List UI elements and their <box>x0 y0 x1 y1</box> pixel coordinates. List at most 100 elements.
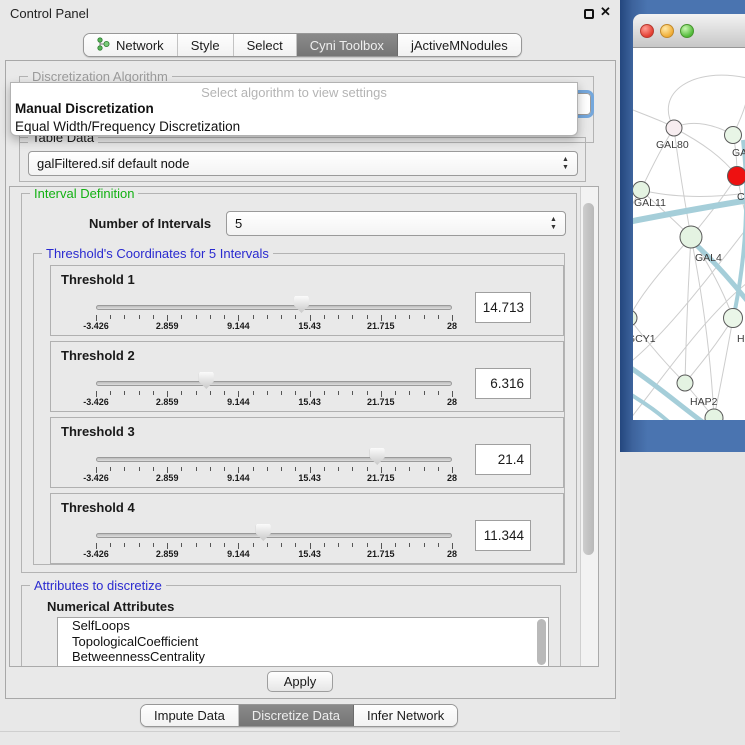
tick-mark <box>196 315 197 319</box>
tick-label: 2.859 <box>156 473 179 483</box>
GAL11-node[interactable] <box>633 182 650 199</box>
attribute-list-item[interactable]: SelfLoops <box>58 618 548 634</box>
tick-label: 28 <box>447 397 457 407</box>
slider-track[interactable] <box>96 381 452 386</box>
threshold-value-input[interactable]: 21.4 <box>475 444 531 475</box>
tab-discretize-data[interactable]: Discretize Data <box>239 705 354 726</box>
threshold-label: Threshold 1 <box>61 272 135 287</box>
tab-label: Network <box>116 38 164 53</box>
apply-button[interactable]: Apply <box>267 671 333 692</box>
threshold-label: Threshold 2 <box>61 348 135 363</box>
tab-label: Style <box>191 38 220 53</box>
tab-cyni-toolbox[interactable]: Cyni Toolbox <box>297 34 398 56</box>
network-edge-highlighted[interactable] <box>633 393 671 420</box>
threshold-value-input[interactable]: 14.713 <box>475 292 531 323</box>
tick-mark <box>196 543 197 547</box>
threshold-value-input[interactable]: 6.316 <box>475 368 531 399</box>
algorithm-option[interactable]: Equal Width/Frequency Discretization <box>11 118 577 136</box>
node-label: GAL80 <box>656 139 689 151</box>
node-label: GAL4 <box>695 252 722 264</box>
node-label: H <box>737 333 745 345</box>
tick-mark <box>295 467 296 471</box>
tick-label: 15.43 <box>298 549 321 559</box>
slider-thumb[interactable] <box>199 372 214 389</box>
tick-mark <box>338 315 339 319</box>
node-label: C <box>737 191 745 203</box>
tick-mark <box>424 391 425 395</box>
slider-track[interactable] <box>96 457 452 462</box>
slider-track[interactable] <box>96 533 452 538</box>
window-zoom-icon[interactable] <box>680 24 694 38</box>
attribute-list-item[interactable]: BetweennessCentrality <box>58 649 548 665</box>
number-of-intervals-label: Number of Intervals <box>89 216 211 231</box>
tick-label: 9.144 <box>227 473 250 483</box>
network-edge[interactable] <box>641 190 745 196</box>
table-data-combobox[interactable]: galFiltered.sif default node ▲▼ <box>28 151 578 176</box>
thresholds-group-label: Threshold's Coordinates for 5 Intervals <box>42 246 273 261</box>
network-edge[interactable] <box>668 75 745 128</box>
tick-mark <box>267 315 268 319</box>
tab-style[interactable]: Style <box>178 34 234 56</box>
tick-mark <box>395 543 396 547</box>
tick-mark <box>281 543 282 547</box>
tab-impute-data[interactable]: Impute Data <box>141 705 239 726</box>
number-of-intervals-value: 5 <box>235 216 242 231</box>
node-label: GAL11 <box>634 197 666 209</box>
node-label: GA <box>732 147 745 159</box>
network-icon <box>97 37 116 54</box>
algorithm-dropdown-popup: Select algorithm to view settings Manual… <box>10 82 578 136</box>
tick-label: 21.715 <box>367 473 395 483</box>
threshold-value-input[interactable]: 11.344 <box>475 520 531 551</box>
tick-mark <box>153 315 154 319</box>
network-edge[interactable] <box>685 237 691 383</box>
tab-infer-network[interactable]: Infer Network <box>354 705 457 726</box>
tick-mark <box>110 315 111 319</box>
top-right-node[interactable] <box>725 127 742 144</box>
tab-select[interactable]: Select <box>234 34 297 56</box>
attribute-list-item[interactable]: TopologicalCoefficient <box>58 634 548 650</box>
tick-label: 21.715 <box>367 549 395 559</box>
slider-track[interactable] <box>96 305 452 310</box>
network-edge[interactable] <box>633 283 745 420</box>
algorithm-option[interactable]: Manual Discretization <box>11 100 577 118</box>
close-icon[interactable]: ✕ <box>600 4 611 20</box>
float-window-icon[interactable] <box>584 9 594 19</box>
control-panel: Control Panel ✕ Network Style SelectCyni T… <box>0 0 620 745</box>
table-data-group: Table Data galFiltered.sif default node … <box>19 137 586 182</box>
tick-mark <box>395 315 396 319</box>
tick-mark <box>409 543 410 547</box>
GAL4-node[interactable] <box>680 226 702 248</box>
network-edge[interactable] <box>633 237 691 318</box>
panel-title: Control Panel <box>10 6 89 21</box>
red-node[interactable] <box>728 167 745 186</box>
H-node[interactable] <box>724 309 743 328</box>
HAP2-node[interactable] <box>677 375 693 391</box>
tick-mark <box>281 391 282 395</box>
tick-mark <box>295 315 296 319</box>
bottom-tab-bar: Impute Data Discretize DataInfer Network <box>140 704 458 727</box>
tab-network[interactable]: Network <box>84 34 178 56</box>
tick-mark <box>210 315 211 319</box>
window-close-icon[interactable] <box>640 24 654 38</box>
network-edge[interactable] <box>641 128 674 190</box>
tick-mark <box>324 315 325 319</box>
network-edge-highlighted[interactable] <box>633 366 708 420</box>
tick-mark <box>295 543 296 547</box>
settings-scroll-area: Interval Definition Number of Intervals … <box>9 186 599 667</box>
tick-label: 2.859 <box>156 321 179 331</box>
tick-mark <box>338 467 339 471</box>
tab-jactivemnodules[interactable]: jActiveMNodules <box>398 34 521 56</box>
slider-thumb[interactable] <box>256 524 271 541</box>
network-view-canvas[interactable]: GAL80GACGAL11GAL4GCY1HHAP2 <box>633 48 745 420</box>
tick-label: 2.859 <box>156 397 179 407</box>
GAL80-node[interactable] <box>666 120 682 136</box>
settings-scrollbar-thumb[interactable] <box>583 203 594 555</box>
slider-thumb[interactable] <box>370 448 385 465</box>
attributes-list-scrollbar[interactable] <box>537 619 546 665</box>
number-of-intervals-combobox[interactable]: 5 ▲▼ <box>226 211 566 236</box>
slider-thumb[interactable] <box>294 296 309 313</box>
window-minimize-icon[interactable] <box>660 24 674 38</box>
tab-label: Impute Data <box>154 708 225 723</box>
numerical-attributes-list[interactable]: SelfLoopsTopologicalCoefficientBetweenne… <box>57 617 549 667</box>
GCY1-node[interactable] <box>633 310 637 326</box>
